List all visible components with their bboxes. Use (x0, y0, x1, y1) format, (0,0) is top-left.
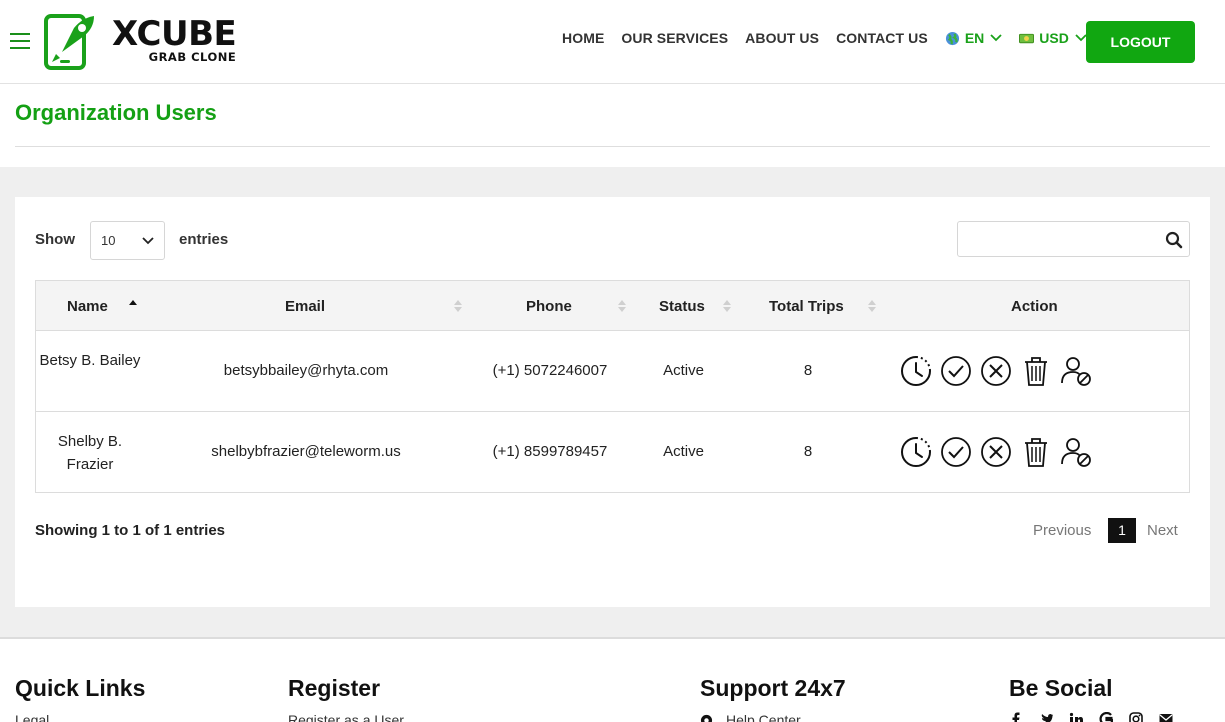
footer-register-title: Register (288, 675, 381, 701)
chevron-down-icon (990, 34, 1002, 42)
table-row: Shelby B. Frazier shelbybfrazier@telewor… (36, 412, 1189, 493)
row-actions (900, 355, 1100, 387)
footer-quick-links-title: Quick Links (15, 675, 146, 701)
page-1-button[interactable]: 1 (1108, 518, 1136, 543)
table-header: Name Email Phone Status Total Trips Acti… (36, 281, 1189, 331)
column-phone[interactable]: Phone (526, 298, 572, 315)
column-status[interactable]: Status (659, 298, 705, 315)
help-center-icon (700, 714, 713, 722)
user-total-trips: 8 (803, 362, 813, 379)
money-icon (1019, 33, 1035, 43)
user-email: betsybbailey@rhyta.com (223, 362, 389, 379)
logo-text[interactable]: XCUBE GRAB CLONE (112, 14, 237, 64)
footer-divider (0, 637, 1225, 639)
sort-icon[interactable] (723, 298, 731, 314)
nav-about-us[interactable]: ABOUT US (745, 30, 819, 46)
globe-icon (945, 31, 959, 45)
logo-main-text: XCUBE (112, 14, 237, 54)
approve-icon[interactable] (940, 436, 972, 468)
entries-summary: Showing 1 to 1 of 1 entries (35, 522, 226, 539)
search-icon[interactable] (1165, 231, 1183, 249)
page-title: Organization Users (15, 100, 217, 125)
site-header: XCUBE GRAB CLONE HOME OUR SERVICES ABOUT… (0, 0, 1225, 84)
previous-page-button[interactable]: Previous (1033, 522, 1091, 539)
email-icon[interactable] (1159, 712, 1173, 722)
page-size-value: 10 (101, 233, 116, 248)
sort-ascending-icon[interactable] (129, 298, 137, 314)
entries-label: entries (179, 231, 229, 248)
approve-icon[interactable] (940, 355, 972, 387)
footer-link-help-center[interactable]: Help Center (726, 712, 801, 722)
currency-label: USD (1039, 30, 1069, 46)
user-phone: (+1) 8599789457 (492, 443, 608, 460)
footer-social-title: Be Social (1009, 675, 1113, 701)
block-user-icon[interactable] (1060, 355, 1092, 387)
column-email[interactable]: Email (285, 298, 325, 315)
menu-icon[interactable] (10, 33, 30, 49)
instagram-icon[interactable] (1129, 712, 1143, 722)
delete-icon[interactable] (1020, 436, 1052, 468)
sort-icon[interactable] (868, 298, 876, 314)
footer-support-title: Support 24x7 (700, 675, 846, 701)
user-status: Active (663, 443, 704, 460)
language-dropdown[interactable]: EN (945, 30, 1002, 46)
sort-icon[interactable] (454, 298, 462, 314)
reject-icon[interactable] (980, 355, 1012, 387)
reject-icon[interactable] (980, 436, 1012, 468)
social-links (1009, 712, 1189, 722)
show-label: Show (35, 231, 75, 248)
user-phone: (+1) 5072246007 (492, 362, 608, 379)
history-icon[interactable] (900, 436, 932, 468)
linkedin-icon[interactable] (1069, 712, 1083, 722)
user-email: shelbybfrazier@teleworm.us (211, 443, 401, 460)
divider (15, 146, 1210, 147)
nav-our-services[interactable]: OUR SERVICES (621, 30, 728, 46)
table-row: Betsy B. Bailey betsybbailey@rhyta.com (… (36, 331, 1189, 412)
column-name[interactable]: Name (67, 298, 108, 315)
users-table: Name Email Phone Status Total Trips Acti… (35, 280, 1190, 493)
footer-link-register-user[interactable]: Register as a User (288, 712, 404, 722)
user-name: Shelby B. Frazier (57, 433, 123, 473)
user-status: Active (663, 362, 704, 379)
history-icon[interactable] (900, 355, 932, 387)
chevron-down-icon (142, 237, 154, 245)
logout-button[interactable]: LOGOUT (1086, 21, 1195, 63)
currency-dropdown[interactable]: USD (1019, 30, 1087, 46)
row-actions (900, 436, 1100, 468)
user-name: Betsy B. Bailey (39, 352, 141, 369)
user-total-trips: 8 (803, 443, 813, 460)
block-user-icon[interactable] (1060, 436, 1092, 468)
search-input[interactable] (957, 221, 1190, 257)
next-page-button[interactable]: Next (1147, 522, 1178, 539)
logo-icon[interactable] (44, 14, 98, 70)
facebook-icon[interactable] (1009, 712, 1023, 722)
twitter-icon[interactable] (1039, 712, 1053, 722)
column-total-trips[interactable]: Total Trips (769, 298, 844, 315)
nav-home[interactable]: HOME (562, 30, 604, 46)
google-icon[interactable] (1099, 712, 1113, 722)
delete-icon[interactable] (1020, 355, 1052, 387)
language-label: EN (964, 30, 985, 46)
main-nav: HOME OUR SERVICES ABOUT US CONTACT US EN… (562, 30, 1104, 46)
nav-contact-us[interactable]: CONTACT US (836, 30, 928, 46)
sort-icon[interactable] (618, 298, 626, 314)
column-action: Action (1011, 298, 1058, 315)
page-size-select[interactable]: 10 (90, 221, 165, 260)
footer-link-legal[interactable]: Legal (15, 712, 49, 722)
